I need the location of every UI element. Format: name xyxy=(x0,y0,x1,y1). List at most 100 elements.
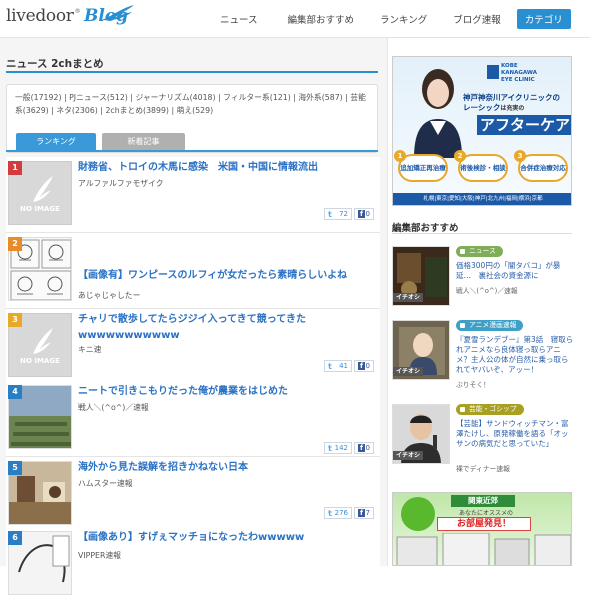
logo-registered-mark: ® xyxy=(74,8,81,15)
article-title[interactable]: 海外から見た誤解を招きかねない日本 xyxy=(78,460,378,476)
tweet-count: 276 xyxy=(334,509,348,517)
like-count-button[interactable]: f0 xyxy=(354,208,374,220)
editor-picks-divider xyxy=(392,233,572,234)
ad-steps: 1 追加矯正再治療 2 術後検診・相談 3 合併症治療対応 xyxy=(393,145,571,191)
nav-editor-picks[interactable]: 編集部おすすめ xyxy=(288,12,355,26)
like-count: 7 xyxy=(365,509,370,517)
twitter-icon: t xyxy=(328,443,332,453)
editor-pick-title[interactable]: 価格300円の「闇タバコ」が暴延… 裏社会の資金源に xyxy=(456,261,574,281)
category-link[interactable]: PJニュース(512) xyxy=(69,93,128,102)
editor-pick-thumbnail[interactable]: イチオシ xyxy=(392,320,450,380)
ad-step-3: 3 合併症治療対応 xyxy=(514,150,568,182)
clinic-logo: KOBE KANAGAWA EYE CLINIC xyxy=(487,63,567,85)
article-blog-name[interactable]: VIPPER速報 xyxy=(78,550,121,561)
no-image-label: NO IMAGE xyxy=(20,205,60,213)
article-title[interactable]: 【画像あり】すげぇマッチョになったわwwwww xyxy=(78,530,378,546)
tweet-count-button[interactable]: t 41 xyxy=(324,360,352,372)
article-card: 6 【画像あり】すげぇマッチョになったわwwwww VIPPER速報 xyxy=(6,527,380,595)
clinic-sub: は充実の xyxy=(500,105,525,112)
category-link[interactable]: 萌え(529) xyxy=(177,106,214,115)
article-card: 2 【画像有】ワンピースのルフィが女だったら素晴らしいよね あじゃじゃしたー t… xyxy=(6,233,380,332)
article-blog-name[interactable]: キニ速 xyxy=(78,344,101,355)
article-blog-name[interactable]: アルファルファモザイク xyxy=(78,178,164,189)
editor-pick-item: イチオシ 芸能・ゴシップ 【芸能】サンドウィッチマン・富澤たけし、原発稼働を語る… xyxy=(392,400,574,474)
ichioshi-badge: イチオシ xyxy=(393,367,423,376)
twitter-icon: t xyxy=(328,508,332,518)
nav-blog-news[interactable]: ブログ速報 xyxy=(453,12,501,26)
aftercare-headline: アフターケア xyxy=(477,115,571,135)
like-count: 0 xyxy=(365,210,370,218)
editor-pick-tag[interactable]: ニュース xyxy=(456,246,503,257)
article-title[interactable]: 財務省、トロイの木馬に感染 米国・中国に情報流出 xyxy=(78,160,378,176)
clinic-logo-line: EYE CLINIC xyxy=(501,77,535,83)
article-blog-name[interactable]: あじゃじゃしたー xyxy=(78,290,140,301)
article-card: 5 海外から見た誤解を招きかねない日本 ハムスター速報 t 276 f7 xyxy=(6,457,380,533)
tab-ranking[interactable]: ランキング xyxy=(16,133,96,150)
editor-pick-blog: ぶりそく！ xyxy=(456,381,490,389)
clinic-headline: 神戸神奈川アイクリニックの レーシックは充実の xyxy=(463,93,571,114)
site-header: livedoor ® Blog ニュース 編集部おすすめ ランキング ブログ速報… xyxy=(0,0,590,38)
editor-pick-blog: 戦人＼(^o^)／速報 xyxy=(456,287,518,295)
section-title: ニュース 2chまとめ xyxy=(6,58,104,70)
share-buttons: t 276 f7 xyxy=(324,507,374,519)
editor-pick-title[interactable]: 『夏雪ランデブー』第3話 寝取られアニメなら良体寝っ取らアニメ？主人公の体が自然… xyxy=(456,335,574,375)
like-count-button[interactable]: f0 xyxy=(354,442,374,454)
editor-pick-thumbnail[interactable]: イチオシ xyxy=(392,404,450,464)
category-link[interactable]: ジャーナリズム(4018) xyxy=(135,93,215,102)
rank-badge: 5 xyxy=(8,461,22,475)
ichioshi-badge: イチオシ xyxy=(393,451,423,460)
tweet-count: 41 xyxy=(339,362,348,370)
lasik-label: レーシック xyxy=(463,103,501,112)
editor-pick-title[interactable]: 【芸能】サンドウィッチマン・富澤たけし、原発稼働を語る「オッサンの病気だと思って… xyxy=(456,419,574,449)
share-buttons: t 41 f0 xyxy=(324,360,374,372)
section-divider xyxy=(6,71,378,73)
facebook-icon: f xyxy=(358,444,365,452)
ad2-headline: お部屋発見！ xyxy=(437,517,531,531)
category-link[interactable]: 2chまとめ(3899) xyxy=(105,106,169,115)
global-nav: ニュース 編集部おすすめ ランキング ブログ速報 カテゴリ xyxy=(206,9,571,29)
tweet-count-button[interactable]: t 72 xyxy=(324,208,352,220)
apartment-banner-ad[interactable]: 関東近郊 あなたにオススメの お部屋発見！ xyxy=(392,492,572,566)
article-card: 1 NO IMAGE 財務省、トロイの木馬に感染 米国・中国に情報流出 アルファ… xyxy=(6,157,380,233)
article-blog-name[interactable]: 戦人＼(^o^)／速報 xyxy=(78,402,149,413)
article-title[interactable]: ニートで引きこもりだった俺が農業をはじめた xyxy=(78,384,378,400)
like-count-button[interactable]: f0 xyxy=(354,360,374,372)
livedoor-blog-logo[interactable]: livedoor ® Blog xyxy=(6,5,134,32)
tweet-count-button[interactable]: t 276 xyxy=(324,507,352,519)
tab-latest[interactable]: 新着記事 xyxy=(102,133,185,150)
article-title[interactable]: チャリで散歩してたらジジイ入ってきて競ってきたwwwwwwwwwww xyxy=(78,312,378,344)
category-button[interactable]: カテゴリ xyxy=(516,9,571,29)
ad-step-1: 1 追加矯正再治療 xyxy=(394,150,448,182)
editor-pick-blog: 裸でディナー速報 xyxy=(456,465,510,473)
editor-pick-item: イチオシ アニメ漫画速報 『夏雪ランデブー』第3話 寝取られアニメなら良体寝っ取… xyxy=(392,316,574,390)
ad2-region: 関東近郊 xyxy=(451,495,515,507)
clinic-logo-line: KANAGAWA xyxy=(501,70,537,76)
category-link[interactable]: 一般(17192) xyxy=(15,93,61,102)
rank-badge: 4 xyxy=(8,385,22,399)
nav-news[interactable]: ニュース xyxy=(220,12,258,26)
category-link[interactable]: 海外系(587) xyxy=(298,93,342,102)
editor-pick-thumbnail[interactable]: イチオシ xyxy=(392,246,450,306)
editor-picks-title: 編集部おすすめ xyxy=(392,223,459,234)
tab-underline xyxy=(6,150,378,152)
rank-badge: 1 xyxy=(8,161,22,175)
category-link[interactable]: ネタ(2306) xyxy=(56,106,98,115)
share-buttons: t 142 f0 xyxy=(324,442,374,454)
eye-clinic-banner-ad[interactable]: KOBE KANAGAWA EYE CLINIC 神戸神奈川アイクリニックの レ… xyxy=(392,56,572,206)
like-count: 0 xyxy=(365,362,370,370)
like-count-button[interactable]: f7 xyxy=(354,507,374,519)
woman-photo xyxy=(414,69,462,158)
rank-badge: 3 xyxy=(8,313,22,327)
rank-badge: 2 xyxy=(8,237,22,251)
nav-ranking[interactable]: ランキング xyxy=(380,12,427,26)
editor-pick-tag[interactable]: 芸能・ゴシップ xyxy=(456,404,524,415)
tweet-count-button[interactable]: t 142 xyxy=(324,442,352,454)
category-link[interactable]: フィルター系(121) xyxy=(223,93,291,102)
like-count: 0 xyxy=(365,444,370,452)
ad-step-2: 2 術後検診・相談 xyxy=(454,150,508,182)
editor-pick-tag[interactable]: アニメ漫画速報 xyxy=(456,320,524,331)
main-column: ニュース 2chまとめ 一般(17192) | PJニュース(512) | ジャ… xyxy=(0,38,388,595)
rank-badge: 6 xyxy=(8,531,22,545)
article-title[interactable]: 【画像有】ワンピースのルフィが女だったら素晴らしいよね xyxy=(78,268,378,284)
article-blog-name[interactable]: ハムスター速報 xyxy=(78,478,133,489)
